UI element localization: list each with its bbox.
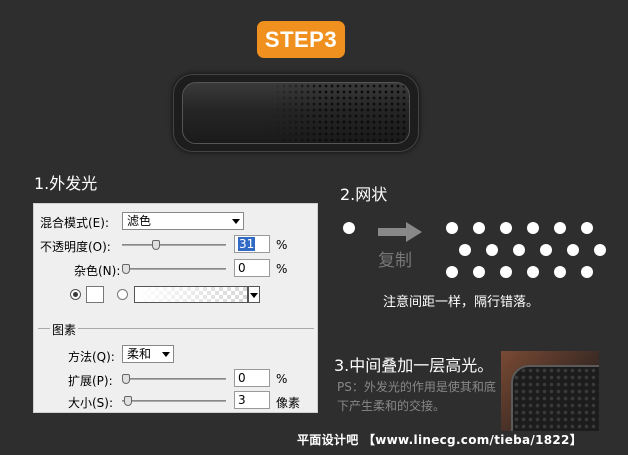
- grid-dot: [473, 266, 485, 278]
- section-title: 图素: [50, 321, 79, 338]
- grid-dot: [459, 244, 471, 256]
- section-divider: [38, 328, 314, 329]
- blend-mode-select[interactable]: 滤色: [122, 212, 244, 230]
- grid-dot: [446, 222, 458, 234]
- noise-slider[interactable]: [122, 264, 226, 274]
- grid-dot: [540, 244, 552, 256]
- grid-note: 注意间距一样，隔行错落。: [383, 295, 540, 310]
- grid-dot: [527, 266, 539, 278]
- grid-dot: [500, 222, 512, 234]
- dot-pattern: [269, 83, 409, 143]
- solid-color-radio[interactable]: [70, 289, 81, 300]
- method-select[interactable]: 柔和: [122, 345, 174, 363]
- opacity-slider-thumb[interactable]: [152, 240, 160, 250]
- spread-label: 扩展(P):: [68, 374, 113, 388]
- grid-dot: [513, 244, 525, 256]
- opacity-unit: %: [276, 238, 288, 252]
- size-slider[interactable]: [122, 396, 226, 406]
- step-badge: STEP3: [257, 21, 345, 58]
- spread-slider[interactable]: [122, 374, 226, 384]
- grid-dot: [473, 222, 485, 234]
- method-label: 方法(Q):: [68, 350, 115, 364]
- grid-dot: [594, 244, 606, 256]
- copy-label: 复制: [378, 251, 412, 271]
- grid-dot: [567, 244, 579, 256]
- opacity-slider[interactable]: [122, 240, 226, 250]
- grid-dot: [554, 266, 566, 278]
- size-label: 大小(S):: [68, 396, 114, 410]
- heading-overlay: 3.中间叠加一层高光。: [334, 356, 494, 375]
- arrow-right-icon: [378, 222, 422, 242]
- spread-input[interactable]: 0: [234, 369, 270, 387]
- spread-slider-thumb[interactable]: [122, 374, 130, 384]
- grid-dot: [527, 222, 539, 234]
- opacity-label: 不透明度(O):: [40, 240, 111, 254]
- noise-input[interactable]: 0: [234, 259, 270, 277]
- size-unit: 像素: [276, 396, 301, 410]
- ps-note: PS：外发光的作用是使其和底下产生柔和的交接。: [337, 380, 496, 413]
- spread-unit: %: [276, 372, 288, 386]
- heading-grid: 2.网状: [340, 185, 388, 204]
- chevron-down-icon: [162, 352, 170, 357]
- gradient-dropdown[interactable]: [248, 286, 260, 303]
- footer-watermark: 平面设计吧 【www.linecg.com/tieba/1822】: [297, 433, 582, 447]
- gradient-radio[interactable]: [117, 289, 128, 300]
- button-preview: [173, 74, 419, 152]
- layer-style-panel: 混合模式(E): 滤色 不透明度(O): 31 % 杂色(N): 0 % 图素 …: [33, 203, 318, 413]
- blend-mode-value: 滤色: [127, 214, 152, 228]
- detail-thumbnail-inner: [511, 365, 599, 431]
- detail-thumbnail: [501, 351, 599, 431]
- grid-dot: [500, 266, 512, 278]
- grid-dot: [554, 222, 566, 234]
- chevron-down-icon: [232, 219, 240, 224]
- noise-label: 杂色(N):: [74, 264, 121, 278]
- opacity-input[interactable]: 31: [234, 235, 270, 253]
- noise-slider-thumb[interactable]: [122, 264, 130, 274]
- size-slider-thumb[interactable]: [124, 396, 132, 406]
- opacity-value: 31: [238, 237, 256, 251]
- grid-dot: [581, 266, 593, 278]
- color-swatch[interactable]: [86, 286, 104, 303]
- single-dot: [343, 222, 355, 234]
- grid-dot: [446, 266, 458, 278]
- size-input[interactable]: 3: [234, 391, 270, 409]
- chevron-down-icon: [250, 293, 258, 298]
- gradient-picker[interactable]: [134, 286, 248, 303]
- noise-unit: %: [276, 262, 288, 276]
- button-preview-inner: [182, 82, 410, 144]
- blend-mode-label: 混合模式(E):: [40, 216, 109, 230]
- heading-outer-glow: 1.外发光: [34, 174, 98, 193]
- method-value: 柔和: [127, 347, 152, 361]
- grid-dot: [486, 244, 498, 256]
- grid-dot: [581, 222, 593, 234]
